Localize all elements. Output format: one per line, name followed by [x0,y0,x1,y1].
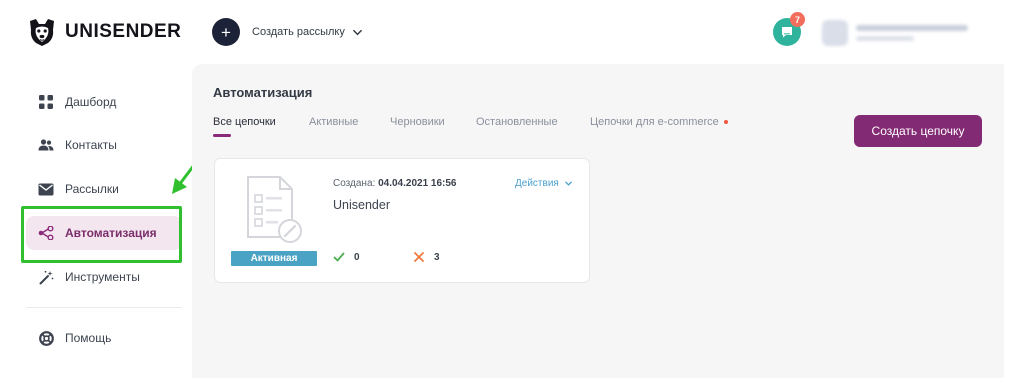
tab-label: Активные [309,116,359,128]
automation-nodes-icon [38,225,54,241]
sidebar-item-dashboard[interactable]: Дашборд [26,85,182,119]
avatar [822,20,848,46]
envelope-icon [38,181,54,197]
actions-label: Действия [515,178,559,189]
brand-name: UNISENDER [65,21,182,42]
create-chain-button[interactable]: Создать цепочку [854,115,982,147]
create-newsletter-label: Создать рассылку [252,26,345,38]
sidebar-item-label: Рассылки [65,182,119,196]
tab-all-chains[interactable]: Все цепочки [213,116,276,138]
actions-dropdown[interactable]: Действия [515,178,573,189]
chain-name[interactable]: Unisender [333,198,390,212]
sidebar-item-newsletters[interactable]: Рассылки [26,172,182,206]
chat-icon [782,27,792,38]
dog-logo-icon [30,19,54,46]
sidebar-item-label: Контакты [65,138,117,152]
chevron-down-icon [564,181,572,186]
logo[interactable]: UNISENDER [26,16,181,48]
page-title: Автоматизация [213,85,313,100]
plus-icon: + [212,18,240,46]
created-date: 04.04.2021 16:56 [378,178,457,189]
tab-label: Все цепочки [213,116,276,128]
top-bar: UNISENDER + Создать рассылку 7 [0,0,1024,64]
tab-label: Остановленные [476,116,558,128]
success-stat: 0 [333,251,360,263]
main-content: Автоматизация Все цепочки Активные Черно… [192,64,1004,378]
lifebuoy-icon [38,330,54,346]
sidebar-item-help[interactable]: Помощь [26,321,182,355]
user-profile-menu[interactable] [822,18,982,48]
sidebar: Дашборд Контакты Рассылки Автоматизация … [16,64,192,378]
new-indicator-dot [723,120,728,125]
sidebar-divider [26,307,182,308]
success-count: 0 [354,251,360,263]
tab-label: Цепочки для e-commerce [590,116,719,128]
status-badge: Активная [231,251,317,266]
tab-drafts[interactable]: Черновики [390,116,445,138]
contacts-people-icon [38,137,54,153]
notification-badge: 7 [790,12,805,27]
create-newsletter-button[interactable]: + Создать рассылку [212,18,363,46]
sidebar-item-automation[interactable]: Автоматизация [26,216,182,250]
chain-card[interactable]: Активная Создана: 04.04.2021 16:56 Unise… [214,158,590,283]
sidebar-item-label: Автоматизация [65,226,157,240]
failed-count: 3 [434,251,440,263]
created-prefix: Создана: [333,178,376,189]
cross-icon [414,252,424,262]
sidebar-item-label: Инструменты [65,270,140,284]
tab-active[interactable]: Активные [309,116,358,138]
magic-wand-icon [38,269,54,285]
dashboard-grid-icon [38,94,54,110]
tab-label: Черновики [390,116,445,128]
sidebar-item-label: Помощь [65,331,112,345]
chevron-down-icon [352,29,362,35]
created-info: Создана: 04.04.2021 16:56 [333,178,456,189]
sidebar-item-tools[interactable]: Инструменты [26,260,182,294]
sidebar-item-label: Дашборд [65,95,117,109]
checkmark-icon [333,252,345,262]
sidebar-item-contacts[interactable]: Контакты [26,128,182,162]
blurred-user-info [856,25,968,41]
failed-stat: 3 [413,251,440,263]
tab-stopped[interactable]: Остановленные [476,116,558,138]
document-checklist-icon [247,176,302,243]
tab-ecommerce-chains[interactable]: Цепочки для e-commerce [590,116,728,138]
